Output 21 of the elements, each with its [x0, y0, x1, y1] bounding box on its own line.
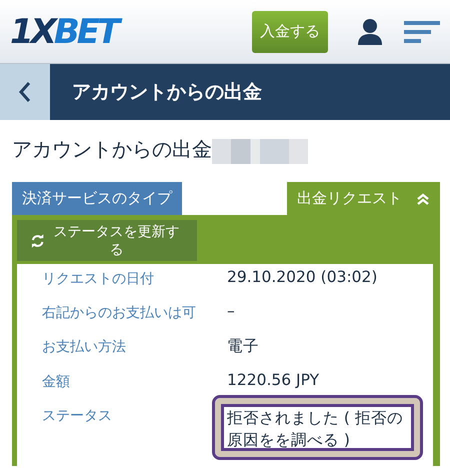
detail-label: 右記からのお支払いは可 [42, 304, 197, 322]
chevron-left-icon [18, 81, 32, 103]
refresh-icon [31, 234, 44, 248]
refresh-button[interactable]: ステータスを更新する [17, 220, 197, 261]
section-title: アカウントからの出金 [12, 136, 212, 162]
detail-label: リクエストの日付 [42, 270, 155, 288]
detail-value: 1220.56 JPY [227, 371, 320, 391]
tab[interactable]: 決済サービスのタイプ [12, 182, 182, 215]
user-icon[interactable] [356, 18, 384, 46]
highlighted-value: 拒否されました ( 拒否の原因をを調べる ) [212, 395, 423, 460]
detail-value: – [227, 302, 236, 322]
detail-label: 金額 [42, 373, 71, 391]
detail-label: お支払い方法 [42, 338, 127, 357]
deposit-button[interactable]: 入金する [252, 10, 328, 52]
page-header-title: アカウントからの出金 [72, 80, 262, 105]
detail-label: ステータス [42, 407, 113, 426]
detail-value: 29.10.2020 (03:02) [227, 268, 378, 288]
back-button[interactable] [0, 64, 50, 120]
detail-value: 電子 [227, 336, 260, 357]
tab[interactable]: 出金リクエスト [287, 182, 440, 215]
menu-icon[interactable] [404, 20, 440, 42]
